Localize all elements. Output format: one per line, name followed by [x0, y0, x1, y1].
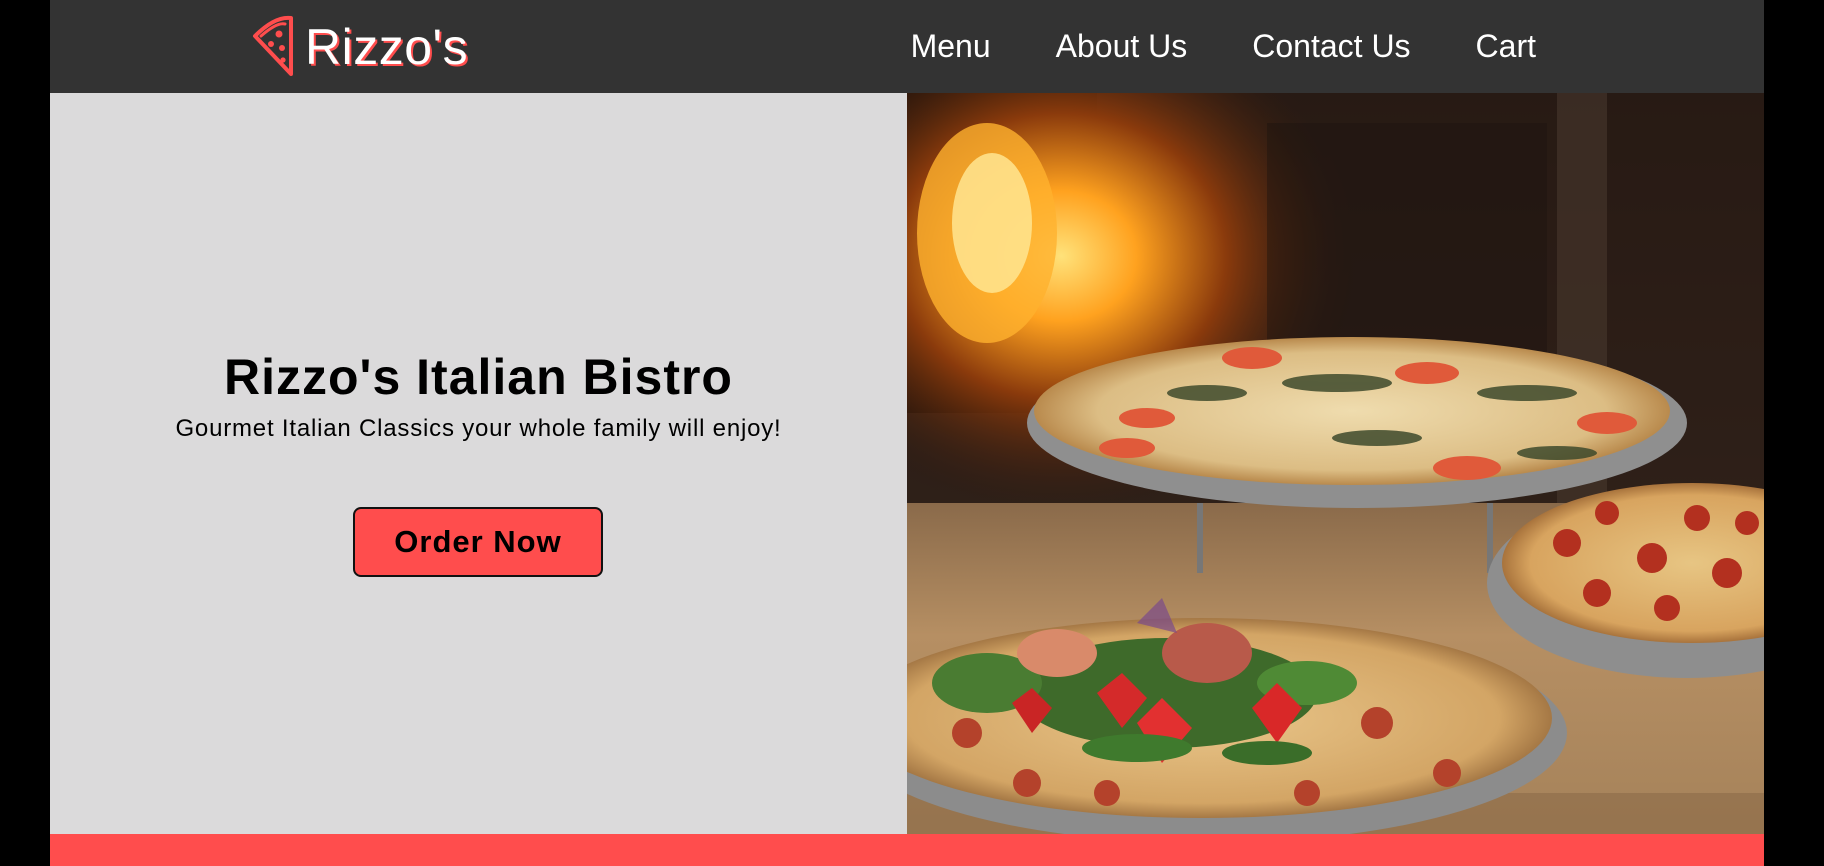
nav-link-contact-us[interactable]: Contact Us: [1252, 28, 1410, 65]
brand-logo-link[interactable]: Rizzo's: [247, 14, 468, 80]
order-now-button[interactable]: Order Now: [353, 507, 603, 577]
footer-band: [50, 834, 1764, 866]
hero-title: Rizzo's Italian Bistro: [224, 349, 733, 405]
pizza-slice-icon: [253, 15, 293, 76]
navbar: Rizzo's Menu About Us Contact Us Cart: [50, 0, 1764, 93]
nav-link-about-us[interactable]: About Us: [1056, 28, 1188, 65]
hero-text-panel: Rizzo's Italian Bistro Gourmet Italian C…: [50, 93, 907, 834]
nav-link-menu[interactable]: Menu: [911, 28, 991, 65]
main-nav: Menu About Us Contact Us Cart: [911, 0, 1536, 93]
hero-subtitle: Gourmet Italian Classics your whole fami…: [175, 415, 782, 442]
nav-link-cart[interactable]: Cart: [1476, 28, 1536, 65]
page: Rizzo's Menu About Us Contact Us Cart Ri…: [50, 0, 1764, 866]
brand-name: Rizzo's: [305, 19, 469, 75]
pizza-photo: [907, 93, 1764, 834]
hero-image-panel: [907, 93, 1764, 834]
